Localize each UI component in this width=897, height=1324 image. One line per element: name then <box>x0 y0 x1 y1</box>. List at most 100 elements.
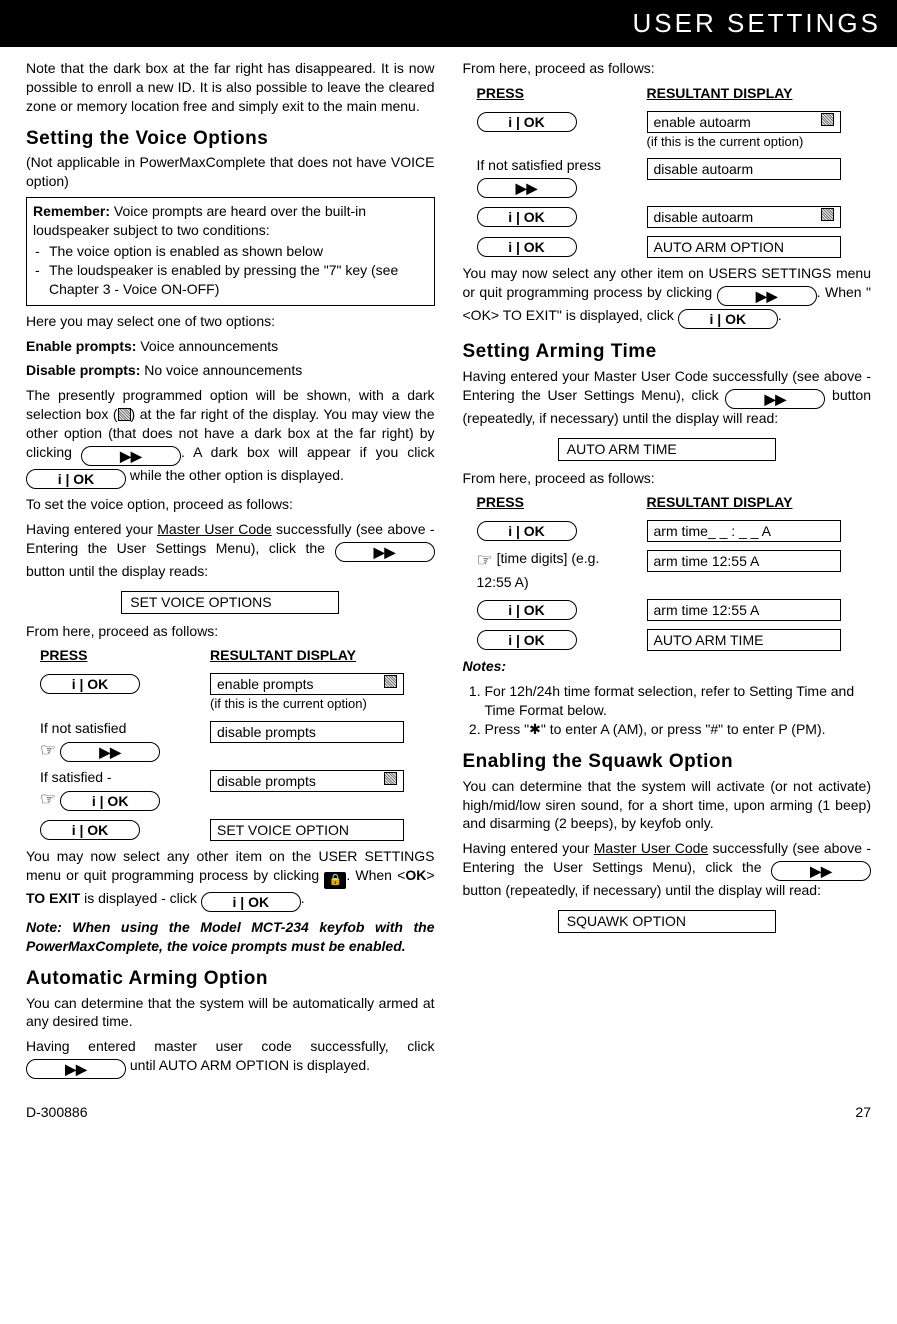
voice-sub: (Not applicable in PowerMaxComplete that… <box>26 153 435 191</box>
hand-icon: ☞ <box>40 787 56 811</box>
forward-button[interactable]: ▶▶ <box>26 1059 126 1079</box>
seq-row: i | OK AUTO ARM TIME <box>477 627 872 651</box>
lcd-display: AUTO ARM TIME <box>647 629 841 651</box>
t: until AUTO ARM OPTION is displayed. <box>126 1057 370 1073</box>
note-item: Press "✱" to enter A (AM), or press "#" … <box>485 720 872 739</box>
seq-row: i | OK SET VOICE OPTION <box>40 817 435 841</box>
sequence-header: PRESS RESULTANT DISPLAY <box>477 493 872 512</box>
ok-button[interactable]: i | OK <box>26 469 126 489</box>
forward-button[interactable]: ▶▶ <box>725 389 825 409</box>
hand-icon: ☞ <box>477 548 493 572</box>
ok-button[interactable]: i | OK <box>477 521 577 541</box>
ok-button[interactable]: i | OK <box>40 820 140 840</box>
t: button (repeatedly, if necessary) until … <box>463 882 821 898</box>
result-header: RESULTANT DISPLAY <box>647 84 793 103</box>
display-wrap: SQUAWK OPTION <box>463 906 872 937</box>
t: while the other option is displayed. <box>126 467 344 483</box>
t: enable autoarm <box>654 114 751 130</box>
t: TO EXIT <box>26 890 80 906</box>
seq-label: If satisfied - <box>40 768 190 787</box>
ok-button[interactable]: i | OK <box>201 892 301 912</box>
hand-icon: ☞ <box>40 738 56 762</box>
disable-text: No voice announcements <box>140 362 302 378</box>
seq-row: i | OK arm time 12:55 A <box>477 597 872 621</box>
dark-selection-box-icon <box>118 408 131 421</box>
forward-button[interactable]: ▶▶ <box>60 742 160 762</box>
lock-button-icon[interactable]: 🔒 <box>324 872 346 889</box>
autoarm-sequence: i | OK enable autoarm (if this is the cu… <box>477 109 872 258</box>
ok-button[interactable]: i | OK <box>477 630 577 650</box>
display-wrap: SET VOICE OPTIONS <box>26 587 435 618</box>
forward-button[interactable]: ▶▶ <box>771 861 871 881</box>
lcd-display: SQUAWK OPTION <box>558 910 776 933</box>
left-column: Note that the dark box at the far right … <box>26 57 435 1085</box>
t: Having entered your <box>26 521 157 537</box>
forward-button[interactable]: ▶▶ <box>477 178 577 198</box>
press-header: PRESS <box>40 646 190 665</box>
t: . A dark box will appear if you click <box>181 444 435 460</box>
seq-row: ☞[time digits] (e.g. 12:55 A) arm time 1… <box>477 548 872 591</box>
forward-button[interactable]: ▶▶ <box>335 542 435 562</box>
dark-box-icon <box>384 772 397 785</box>
dark-box-icon <box>821 113 834 126</box>
remember-bullets: The voice option is enabled as shown bel… <box>33 242 428 299</box>
ok-button[interactable]: i | OK <box>40 674 140 694</box>
note-item: For 12h/24h time format selection, refer… <box>485 682 872 720</box>
ok-button[interactable]: i | OK <box>477 112 577 132</box>
enable-text: Voice announcements <box>136 338 278 354</box>
toset: To set the voice option, proceed as foll… <box>26 495 435 514</box>
disable-line: Disable prompts: No voice announcements <box>26 361 435 380</box>
right-column: From here, proceed as follows: PRESS RES… <box>463 57 872 1085</box>
seq-label: If not satisfied <box>40 719 190 738</box>
sequence-header: PRESS RESULTANT DISPLAY <box>40 646 435 665</box>
disp-text: enable prompts <box>217 676 314 692</box>
remember-label: Remember: <box>33 203 110 219</box>
master-link: Master User Code <box>594 840 708 856</box>
seq-row: i | OK AUTO ARM OPTION <box>477 234 872 258</box>
forward-button[interactable]: ▶▶ <box>81 446 181 466</box>
fromhere: From here, proceed as follows: <box>26 622 435 641</box>
intro-text: Note that the dark box at the far right … <box>26 59 435 116</box>
lcd-display: arm time_ _ : _ _ A <box>647 520 841 542</box>
lcd-display: enable autoarm <box>647 111 841 133</box>
autoarm-after: You may now select any other item on USE… <box>463 264 872 329</box>
squawk-p2: Having entered your Master User Code suc… <box>463 839 872 900</box>
t: OK <box>405 867 426 883</box>
t: . <box>301 890 305 906</box>
ok-button[interactable]: i | OK <box>477 237 577 257</box>
bullet: The loudspeaker is enabled by pressing t… <box>49 261 428 299</box>
armtime-heading: Setting Arming Time <box>463 339 872 365</box>
disable-label: Disable prompts: <box>26 362 140 378</box>
seq-row: i | OK enable autoarm (if this is the cu… <box>477 109 872 151</box>
forward-button[interactable]: ▶▶ <box>717 286 817 306</box>
lcd-display: SET VOICE OPTIONS <box>121 591 339 614</box>
lcd-display: arm time 12:55 A <box>647 550 841 572</box>
dark-box-icon <box>384 675 397 688</box>
ok-button[interactable]: i | OK <box>678 309 778 329</box>
voice-here: Here you may select one of two options: <box>26 312 435 331</box>
lcd-display: AUTO ARM OPTION <box>647 236 841 258</box>
lcd-display: arm time 12:55 A <box>647 599 841 621</box>
lcd-display: disable prompts <box>210 770 404 792</box>
page-body: Note that the dark box at the far right … <box>0 47 897 1097</box>
lcd-display: disable prompts <box>210 721 404 743</box>
ok-button[interactable]: i | OK <box>477 207 577 227</box>
ok-button[interactable]: i | OK <box>477 600 577 620</box>
ok-button[interactable]: i | OK <box>60 791 160 811</box>
t: > <box>426 867 434 883</box>
notes-label: Notes: <box>463 657 872 676</box>
lcd-display: AUTO ARM TIME <box>558 438 776 461</box>
voice-sequence: i | OK enable prompts (if this is the cu… <box>40 671 435 841</box>
header-title: USER SETTINGS <box>633 8 881 38</box>
seq-row: i | OK disable autoarm <box>477 204 872 228</box>
seq-row: i | OK enable prompts (if this is the cu… <box>40 671 435 713</box>
armtime-p1: Having entered your Master User Code suc… <box>463 367 872 428</box>
lcd-display: enable prompts <box>210 673 404 695</box>
t: Having entered master user code successf… <box>26 1038 435 1054</box>
page-header: USER SETTINGS <box>0 0 897 47</box>
seq-row: i | OK arm time_ _ : _ _ A <box>477 518 872 542</box>
disp-text: disable prompts <box>217 773 316 789</box>
squawk-p1: You can determine that the system will a… <box>463 777 872 834</box>
lcd-display: disable autoarm <box>647 158 841 180</box>
autoarm-p2: Having entered master user code successf… <box>26 1037 435 1079</box>
